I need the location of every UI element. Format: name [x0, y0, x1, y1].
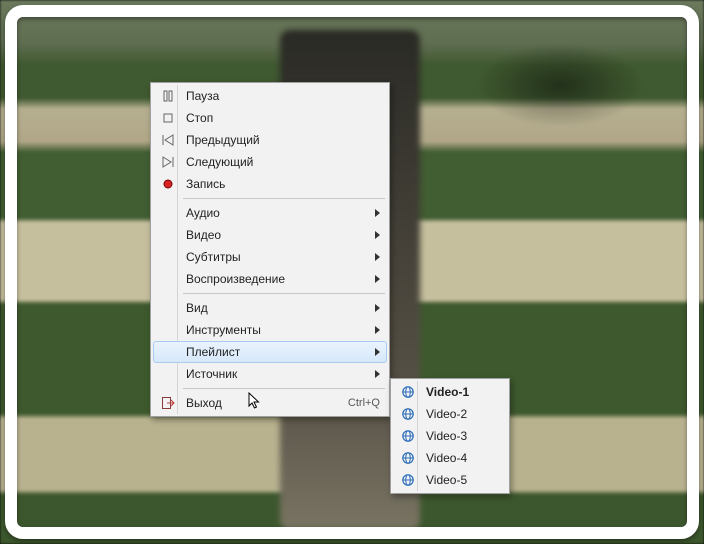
submenu-label: Video-4 [426, 451, 500, 465]
menu-label: Плейлист [186, 345, 369, 359]
menu-item-video[interactable]: Видео [153, 224, 387, 246]
menu-item-subtitles[interactable]: Субтитры [153, 246, 387, 268]
submenu-item-video-2[interactable]: Video-2 [393, 403, 507, 425]
blank-icon [158, 344, 178, 360]
record-icon [158, 176, 178, 192]
menu-item-next[interactable]: Следующий [153, 151, 387, 173]
chevron-right-icon [375, 275, 380, 283]
blank-icon [158, 366, 178, 382]
menu-item-record[interactable]: Запись [153, 173, 387, 195]
menu-item-source[interactable]: Источник [153, 363, 387, 385]
submenu-label: Video-1 [426, 385, 500, 399]
blank-icon [158, 271, 178, 287]
globe-icon [398, 428, 418, 444]
menu-label: Видео [186, 228, 369, 242]
chevron-right-icon [375, 304, 380, 312]
previous-icon [158, 132, 178, 148]
playlist-submenu: Video-1 Video-2 Video-3 Video-4 Video-5 [390, 378, 510, 494]
blank-icon [158, 249, 178, 265]
submenu-label: Video-2 [426, 407, 500, 421]
menu-item-pause[interactable]: Пауза [153, 85, 387, 107]
submenu-item-video-4[interactable]: Video-4 [393, 447, 507, 469]
menu-label: Субтитры [186, 250, 369, 264]
menu-label: Следующий [186, 155, 380, 169]
chevron-right-icon [375, 253, 380, 261]
menu-item-exit[interactable]: Выход Ctrl+Q [153, 392, 387, 414]
blank-icon [158, 300, 178, 316]
submenu-label: Video-5 [426, 473, 500, 487]
chevron-right-icon [375, 326, 380, 334]
chevron-right-icon [375, 209, 380, 217]
globe-icon [398, 450, 418, 466]
submenu-item-video-1[interactable]: Video-1 [393, 381, 507, 403]
globe-icon [398, 384, 418, 400]
menu-label: Стоп [186, 111, 380, 125]
menu-label: Выход [186, 396, 340, 410]
menu-item-stop[interactable]: Стоп [153, 107, 387, 129]
submenu-label: Video-3 [426, 429, 500, 443]
menu-item-view[interactable]: Вид [153, 297, 387, 319]
menu-item-playback[interactable]: Воспроизведение [153, 268, 387, 290]
menu-label: Воспроизведение [186, 272, 369, 286]
globe-icon [398, 472, 418, 488]
menu-label: Вид [186, 301, 369, 315]
menu-label: Пауза [186, 89, 380, 103]
menu-label: Аудио [186, 206, 369, 220]
menu-label: Запись [186, 177, 380, 191]
submenu-item-video-5[interactable]: Video-5 [393, 469, 507, 491]
blank-icon [158, 322, 178, 338]
menu-item-playlist[interactable]: Плейлист [153, 341, 387, 363]
pause-icon [158, 88, 178, 104]
globe-icon [398, 406, 418, 422]
stop-icon [158, 110, 178, 126]
menu-label: Источник [186, 367, 369, 381]
menu-shortcut: Ctrl+Q [348, 397, 380, 409]
next-icon [158, 154, 178, 170]
menu-label: Инструменты [186, 323, 369, 337]
blank-icon [158, 227, 178, 243]
menu-label: Предыдущий [186, 133, 380, 147]
menu-separator [183, 293, 385, 294]
menu-separator [183, 198, 385, 199]
chevron-right-icon [375, 370, 380, 378]
blank-icon [158, 205, 178, 221]
chevron-right-icon [375, 231, 380, 239]
menu-item-tools[interactable]: Инструменты [153, 319, 387, 341]
menu-item-audio[interactable]: Аудио [153, 202, 387, 224]
context-menu: Пауза Стоп Предыдущий Следующий Запись А… [150, 82, 390, 417]
chevron-right-icon [375, 348, 380, 356]
submenu-item-video-3[interactable]: Video-3 [393, 425, 507, 447]
menu-item-previous[interactable]: Предыдущий [153, 129, 387, 151]
exit-icon [158, 395, 178, 411]
menu-separator [183, 388, 385, 389]
